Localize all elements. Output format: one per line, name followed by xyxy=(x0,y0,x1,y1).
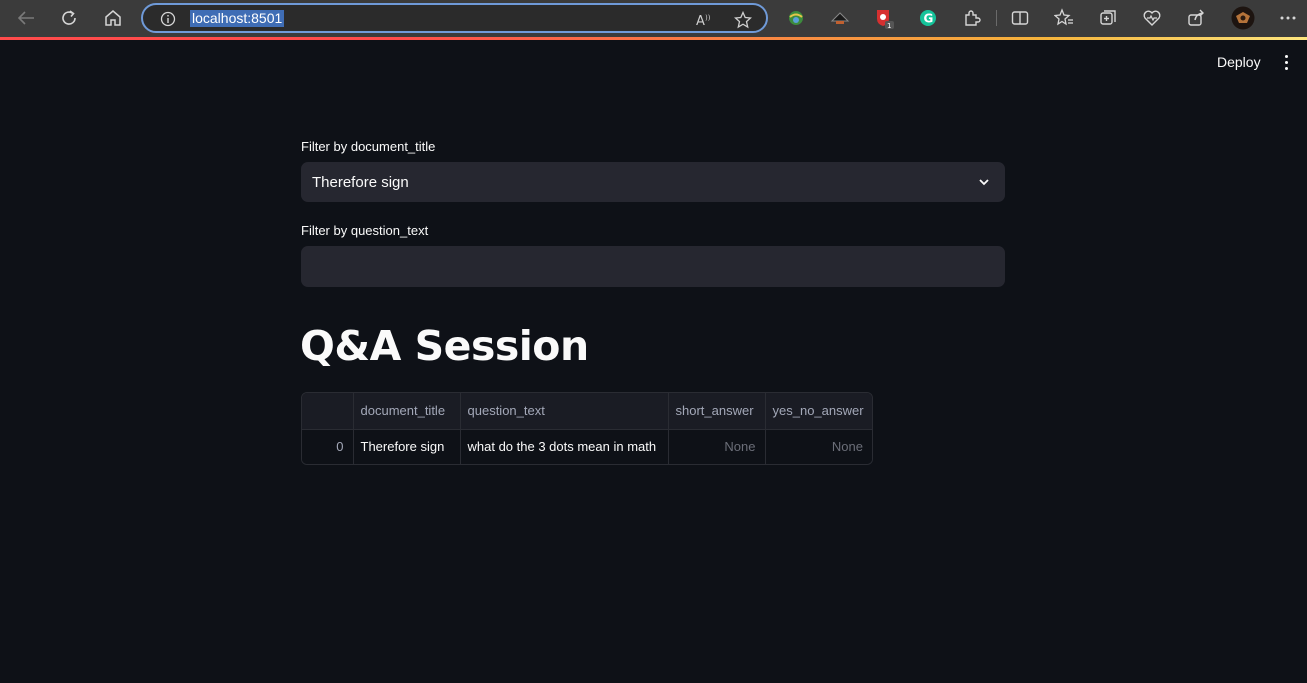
table-header-row: document_title question_text short_answe… xyxy=(302,393,872,430)
svg-text:)): )) xyxy=(705,14,711,22)
short-answer-column-header[interactable]: short_answer xyxy=(668,393,766,430)
address-bar[interactable]: localhost:8501 A)) xyxy=(141,3,768,33)
read-aloud-icon[interactable]: A)) xyxy=(694,10,714,30)
document-title-column-header[interactable]: document_title xyxy=(353,393,461,430)
browser-toolbar: localhost:8501 A)) 1 G xyxy=(0,0,1307,37)
extension-hat-icon[interactable] xyxy=(829,7,851,29)
toolbar-divider xyxy=(996,10,997,26)
document-title-selected-value: Therefore sign xyxy=(312,173,409,191)
table-row: 0 Therefore sign what do the 3 dots mean… xyxy=(302,429,872,464)
header-accent-line xyxy=(0,37,1307,40)
extensions-puzzle-icon[interactable] xyxy=(961,7,983,29)
svg-text:G: G xyxy=(924,12,934,26)
home-icon[interactable] xyxy=(98,4,128,32)
question-text-filter-label: Filter by question_text xyxy=(301,223,429,238)
question-text-cell[interactable]: what do the 3 dots mean in math xyxy=(460,429,669,464)
main-menu-icon[interactable] xyxy=(1276,51,1296,73)
qa-dataframe[interactable]: document_title question_text short_answe… xyxy=(301,392,873,465)
document-title-cell[interactable]: Therefore sign xyxy=(353,429,461,464)
split-screen-icon[interactable] xyxy=(1009,7,1031,29)
deploy-button[interactable]: Deploy xyxy=(1208,50,1270,74)
yes-no-answer-cell[interactable]: None xyxy=(765,429,872,464)
chevron-down-icon xyxy=(979,179,989,186)
more-menu-icon[interactable] xyxy=(1277,7,1299,29)
grammarly-icon[interactable]: G xyxy=(917,7,939,29)
favorite-star-icon[interactable] xyxy=(733,10,753,30)
extension-shield-icon[interactable]: 1 xyxy=(873,7,895,29)
extension-globe-icon[interactable] xyxy=(785,7,807,29)
yes-no-answer-column-header[interactable]: yes_no_answer xyxy=(765,393,872,430)
back-icon[interactable] xyxy=(11,4,41,32)
row-index-cell[interactable]: 0 xyxy=(302,429,354,464)
document-title-filter-label: Filter by document_title xyxy=(301,139,436,154)
url-text[interactable]: localhost:8501 xyxy=(190,10,285,27)
refresh-icon[interactable] xyxy=(54,4,84,32)
short-answer-cell[interactable]: None xyxy=(668,429,766,464)
browser-essentials-icon[interactable] xyxy=(1141,7,1163,29)
document-title-select[interactable]: Therefore sign xyxy=(301,162,1005,202)
share-icon[interactable] xyxy=(1185,7,1207,29)
favorites-icon[interactable] xyxy=(1053,7,1075,29)
index-column-header[interactable] xyxy=(302,393,354,430)
svg-text:A: A xyxy=(696,14,705,28)
collections-icon[interactable] xyxy=(1097,7,1119,29)
question-text-column-header[interactable]: question_text xyxy=(460,393,669,430)
question-text-input[interactable] xyxy=(301,246,1005,287)
page-title: Q&A Session xyxy=(300,322,589,370)
profile-avatar[interactable] xyxy=(1231,6,1255,30)
site-info-icon[interactable] xyxy=(159,10,177,28)
extension-badge: 1 xyxy=(887,22,891,29)
